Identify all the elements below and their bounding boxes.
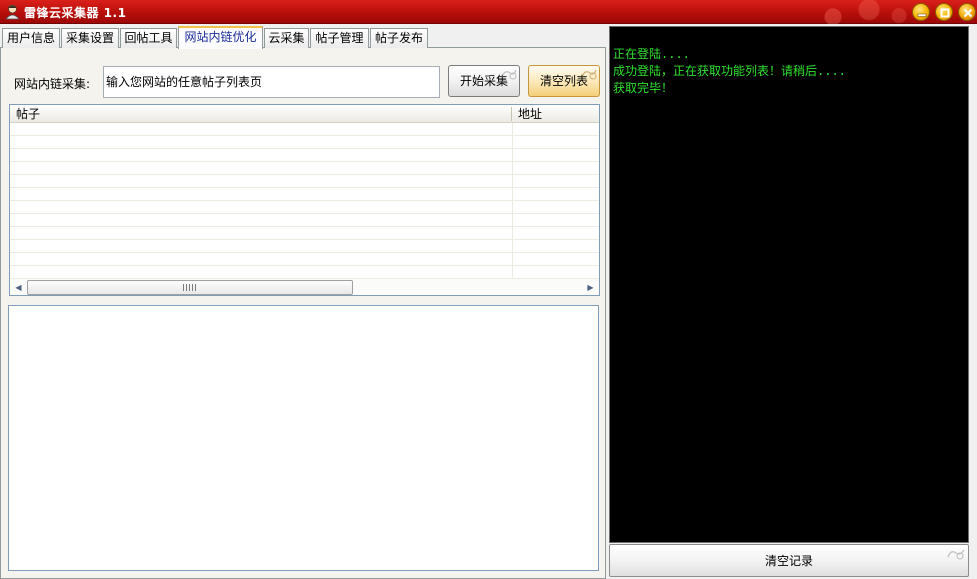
list-row [10,188,599,201]
column-header-address[interactable]: 地址 [512,105,599,123]
start-collect-button[interactable]: 开始采集 [448,65,520,97]
list-header: 帖子 地址 [10,105,599,123]
scrollbar-thumb[interactable] [27,280,353,295]
swirl-decoration-icon [501,69,517,80]
tab-post-management[interactable]: 帖子管理 [310,28,369,48]
tab-cloud-collect[interactable]: 云采集 [264,28,309,48]
log-line: 成功登陆，正在获取功能列表！请稍后.... [613,64,846,78]
clear-log-label: 清空记录 [764,554,813,568]
post-list[interactable]: 帖子 地址 ◀ ▶ [9,104,600,296]
list-row [10,149,599,162]
tab-internal-link-optimization[interactable]: 网站内链优化 [178,26,263,49]
swirl-decoration-icon [947,549,965,560]
close-button[interactable] [958,3,976,21]
scroll-left-arrow-icon[interactable]: ◀ [10,279,27,295]
close-icon [963,8,973,18]
title-bar[interactable]: 雷锋云采集器 1.1 [0,0,977,24]
tab-user-info[interactable]: 用户信息 [2,28,60,48]
log-line: 获取完毕！ [613,81,674,95]
list-row [10,201,599,214]
log-line: 正在登陆.... [613,47,690,61]
swirl-decoration-icon [581,69,597,80]
grip-icon [183,284,197,291]
list-row [10,175,599,188]
scroll-right-arrow-icon[interactable]: ▶ [582,279,599,295]
list-row [10,123,599,136]
list-row [10,136,599,149]
user-avatar-icon [5,4,20,20]
tab-post-publish[interactable]: 帖子发布 [370,28,428,48]
list-row [10,240,599,253]
clear-list-button[interactable]: 清空列表 [528,65,600,97]
maximize-button[interactable] [935,3,953,21]
tab-collect-settings[interactable]: 采集设置 [61,28,119,48]
list-row [10,162,599,175]
output-textarea[interactable] [8,305,599,571]
column-gridline [512,123,513,278]
column-header-post[interactable]: 帖子 [10,105,512,123]
list-row [10,227,599,240]
window-title: 雷锋云采集器 1.1 [24,6,127,20]
list-row [10,214,599,227]
minimize-button[interactable] [912,3,930,21]
horizontal-scrollbar[interactable]: ◀ ▶ [10,278,599,295]
clear-log-button[interactable]: 清空记录 [609,544,969,577]
window-right-edge [969,24,977,579]
url-input[interactable]: 输入您网站的任意帖子列表页 [103,66,440,98]
cloud-decoration [797,0,917,24]
tab-reply-tool[interactable]: 回帖工具 [120,28,177,48]
minimize-icon [917,13,927,17]
collect-label: 网站内链采集: [14,77,91,91]
list-row [10,253,599,266]
maximize-icon [940,8,950,18]
log-panel[interactable]: 正在登陆.... 成功登陆，正在获取功能列表！请稍后.... 获取完毕！ [609,26,969,543]
